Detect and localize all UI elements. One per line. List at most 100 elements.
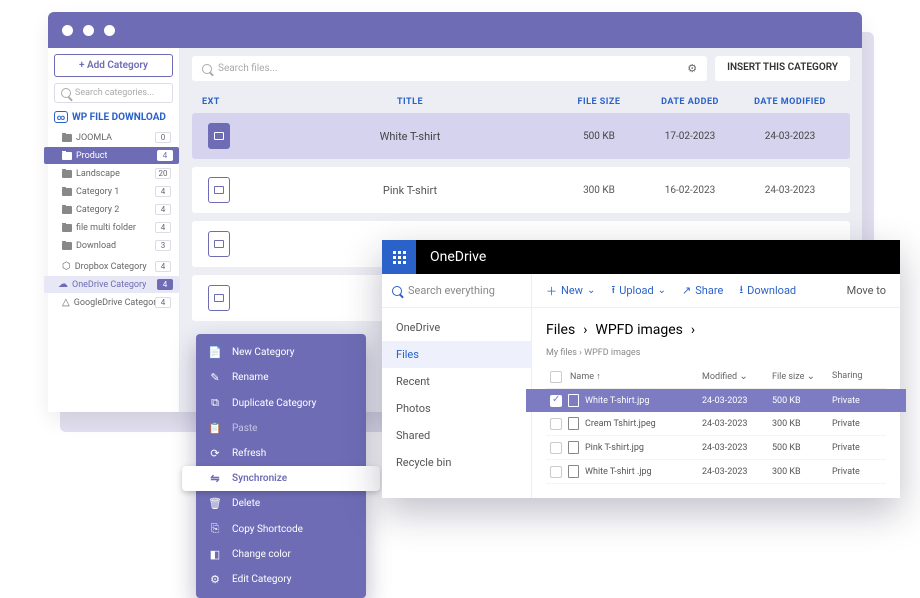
context-menu-item[interactable]: ⎘Copy Shortcode: [196, 516, 366, 542]
upload-icon: ⭱: [611, 281, 615, 300]
context-menu-item[interactable]: ◧Change color: [196, 542, 366, 567]
count-badge: 4: [155, 297, 171, 308]
plus-icon: ＋: [546, 283, 557, 299]
context-menu: 📄New Category✎Rename⧉Duplicate Category 📋…: [196, 334, 366, 598]
sidebar-item[interactable]: Product4: [44, 147, 179, 164]
sidebar-item[interactable]: Category 24: [54, 201, 173, 218]
sidebar-cloud-item[interactable]: △GoogleDrive Category4: [54, 294, 173, 311]
insert-category-button[interactable]: INSERT THIS CATEGORY: [715, 56, 850, 81]
sidebar-item[interactable]: file multi folder4: [54, 219, 173, 236]
col-added[interactable]: DATE ADDED: [640, 97, 740, 107]
file-icon: [568, 417, 579, 430]
share-button[interactable]: ↗Share: [682, 284, 723, 297]
col-name[interactable]: Name ↑: [570, 371, 702, 383]
col-size[interactable]: FILE SIZE: [558, 97, 640, 107]
context-menu-item[interactable]: ⟳Refresh: [196, 441, 366, 466]
breadcrumb-item[interactable]: Files: [546, 322, 575, 338]
onedrive-row[interactable]: White T-shirt .jpg24-03-2023300 KBPrivat…: [546, 460, 886, 484]
upload-button[interactable]: ⭱Upload⌄: [611, 281, 666, 300]
breadcrumb-item[interactable]: WPFD images: [595, 322, 682, 338]
count-badge: 4: [157, 150, 173, 161]
app-title: ∞ WP FILE DOWNLOAD: [54, 111, 173, 123]
folder-icon: [62, 170, 72, 178]
settings-icon[interactable]: ⚙: [687, 62, 697, 75]
col-filesize[interactable]: File size: [772, 372, 804, 382]
file-icon: [568, 441, 579, 454]
sidebar-item[interactable]: Category 14: [54, 183, 173, 200]
chevron-down-icon: ⌄: [587, 285, 595, 296]
onedrive-nav-item[interactable]: Files: [382, 341, 531, 368]
select-all-checkbox[interactable]: [550, 371, 562, 383]
context-menu-item[interactable]: 🗑Delete: [196, 491, 366, 516]
window-dot[interactable]: [83, 25, 94, 36]
sidebar-item[interactable]: Download3: [54, 237, 173, 254]
breadcrumb: Files› WPFD images›: [546, 322, 886, 338]
cloud-icon: ⬡: [62, 261, 71, 272]
count-badge: 4: [155, 204, 171, 215]
share-icon: ↗: [682, 284, 691, 297]
search-icon: [392, 286, 402, 296]
search-placeholder: Search categories...: [75, 88, 154, 98]
col-modified[interactable]: Modified: [702, 372, 737, 382]
onedrive-row[interactable]: White T-shirt.jpg24-03-2023500 KBPrivate: [526, 389, 906, 412]
download-button[interactable]: ⭳Download: [739, 281, 796, 300]
menu-icon: ⟳: [208, 447, 222, 460]
table-row[interactable]: White T-shirt500 KB17-02-202324-03-2023: [192, 113, 850, 159]
row-checkbox[interactable]: [550, 395, 562, 407]
row-checkbox[interactable]: [550, 466, 562, 478]
onedrive-nav-item[interactable]: Recycle bin: [382, 449, 531, 476]
onedrive-search-input[interactable]: Search everything: [382, 274, 532, 307]
app-logo-icon: ∞: [54, 111, 68, 123]
onedrive-nav-item[interactable]: Recent: [382, 368, 531, 395]
sidebar-cloud-item[interactable]: ⬡Dropbox Category4: [54, 258, 173, 275]
sidebar-cloud-item[interactable]: ☁OneDrive Category4: [44, 276, 179, 293]
context-menu-item[interactable]: ⧉Duplicate Category: [196, 390, 366, 416]
context-menu-item[interactable]: ⇋Synchronize: [182, 466, 380, 491]
menu-icon: 📄: [208, 346, 222, 359]
file-icon: [568, 465, 579, 478]
context-menu-item[interactable]: ✎Rename: [196, 365, 366, 390]
col-ext[interactable]: EXT: [202, 97, 262, 107]
onedrive-title: OneDrive: [430, 249, 486, 265]
folder-icon: [62, 242, 72, 250]
onedrive-window: OneDrive Search everything ＋New⌄ ⭱Upload…: [382, 240, 900, 498]
table-row[interactable]: Pink T-shirt300 KB16-02-202324-03-2023: [192, 167, 850, 213]
new-button[interactable]: ＋New⌄: [546, 283, 595, 299]
menu-icon: ✎: [208, 371, 222, 384]
menu-icon: ◧: [208, 548, 222, 561]
search-files-input[interactable]: Search files... ⚙: [192, 56, 707, 81]
search-categories-input[interactable]: Search categories...: [54, 83, 173, 103]
onedrive-row[interactable]: Cream Tshirt.jpeg24-03-2023300 KBPrivate: [546, 412, 886, 436]
table-header: EXT TITLE FILE SIZE DATE ADDED DATE MODI…: [192, 91, 850, 113]
onedrive-nav-item[interactable]: Shared: [382, 422, 531, 449]
onedrive-nav-item[interactable]: Photos: [382, 395, 531, 422]
context-menu-item[interactable]: 📄New Category: [196, 340, 366, 365]
col-title[interactable]: TITLE: [262, 97, 558, 107]
file-icon: [208, 123, 230, 149]
onedrive-nav: OneDriveFilesRecentPhotosSharedRecycle b…: [382, 308, 532, 498]
row-checkbox[interactable]: [550, 418, 562, 430]
sidebar-item[interactable]: JOOMLA0: [54, 129, 173, 146]
add-category-button[interactable]: + Add Category: [54, 54, 173, 77]
cloud-icon: ☁: [58, 279, 68, 290]
menu-icon: ⧉: [208, 396, 222, 410]
window-dot[interactable]: [62, 25, 73, 36]
file-icon: [208, 285, 230, 311]
onedrive-row[interactable]: Pink T-shirt.jpg24-03-2023500 KBPrivate: [546, 436, 886, 460]
window-dot[interactable]: [104, 25, 115, 36]
search-icon: [202, 64, 212, 74]
moveto-button[interactable]: Move to: [847, 284, 886, 297]
col-sharing[interactable]: Sharing: [832, 371, 882, 383]
menu-icon: 📋: [208, 422, 222, 435]
count-badge: 3: [155, 240, 171, 251]
search-icon: [61, 88, 71, 98]
app-launcher-icon[interactable]: [382, 240, 416, 274]
menu-icon: ⎘: [208, 522, 222, 536]
col-mod[interactable]: DATE MODIFIED: [740, 97, 840, 107]
onedrive-nav-item[interactable]: OneDrive: [382, 314, 531, 341]
menu-icon: 🗑: [208, 497, 222, 510]
cloud-icon: △: [62, 297, 70, 308]
sidebar-item[interactable]: Landscape20: [54, 165, 173, 182]
context-menu-item[interactable]: ⚙Edit Category: [196, 567, 366, 592]
row-checkbox[interactable]: [550, 442, 562, 454]
